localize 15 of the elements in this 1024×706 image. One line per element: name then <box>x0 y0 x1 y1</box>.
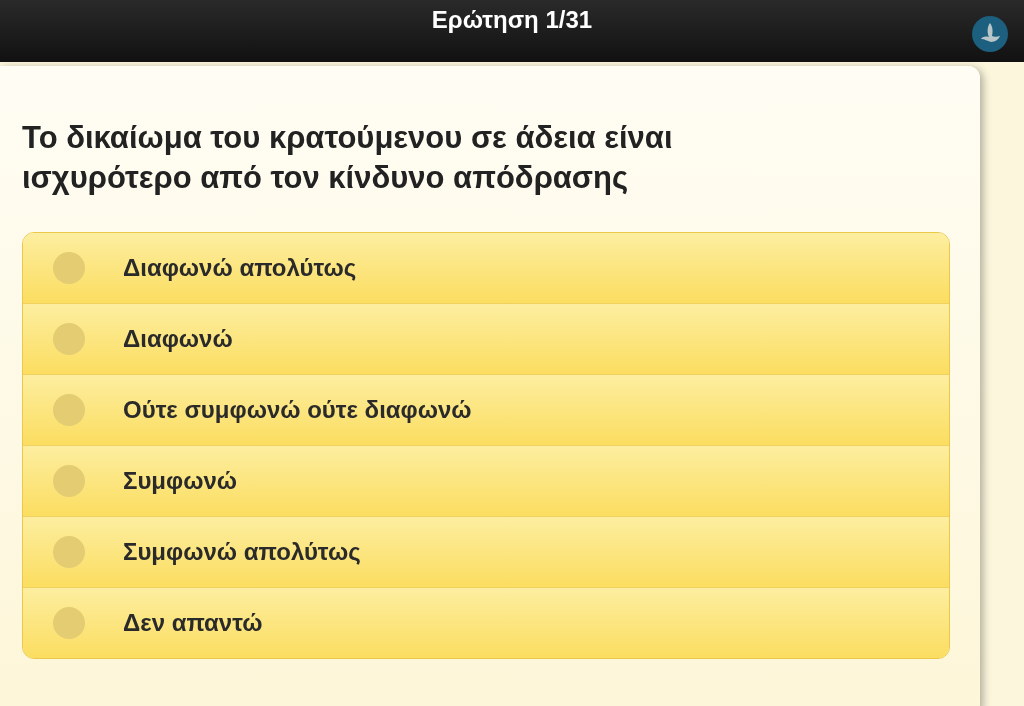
radio-button[interactable] <box>53 252 85 284</box>
radio-button[interactable] <box>53 465 85 497</box>
answer-option[interactable]: Διαφωνώ απολύτως <box>23 233 949 303</box>
answer-option[interactable]: Ούτε συμφωνώ ούτε διαφωνώ <box>23 374 949 445</box>
answer-option[interactable]: Συμφωνώ <box>23 445 949 516</box>
answer-option[interactable]: Συμφωνώ απολύτως <box>23 516 949 587</box>
radio-button[interactable] <box>53 394 85 426</box>
header-title: Ερώτηση 1/31 <box>431 6 593 34</box>
answer-option[interactable]: Διαφωνώ <box>23 303 949 374</box>
radio-button[interactable] <box>53 536 85 568</box>
question-text: Το δικαίωμα του κρατούμενου σε άδεια είναι ισχυρότερο από τον κίνδυνο απόδρασης <box>22 119 674 197</box>
answer-option[interactable]: Δεν απαντώ <box>23 587 949 658</box>
bird-logo-icon <box>972 16 1008 52</box>
radio-button[interactable] <box>53 323 85 355</box>
radio-button[interactable] <box>53 607 85 639</box>
